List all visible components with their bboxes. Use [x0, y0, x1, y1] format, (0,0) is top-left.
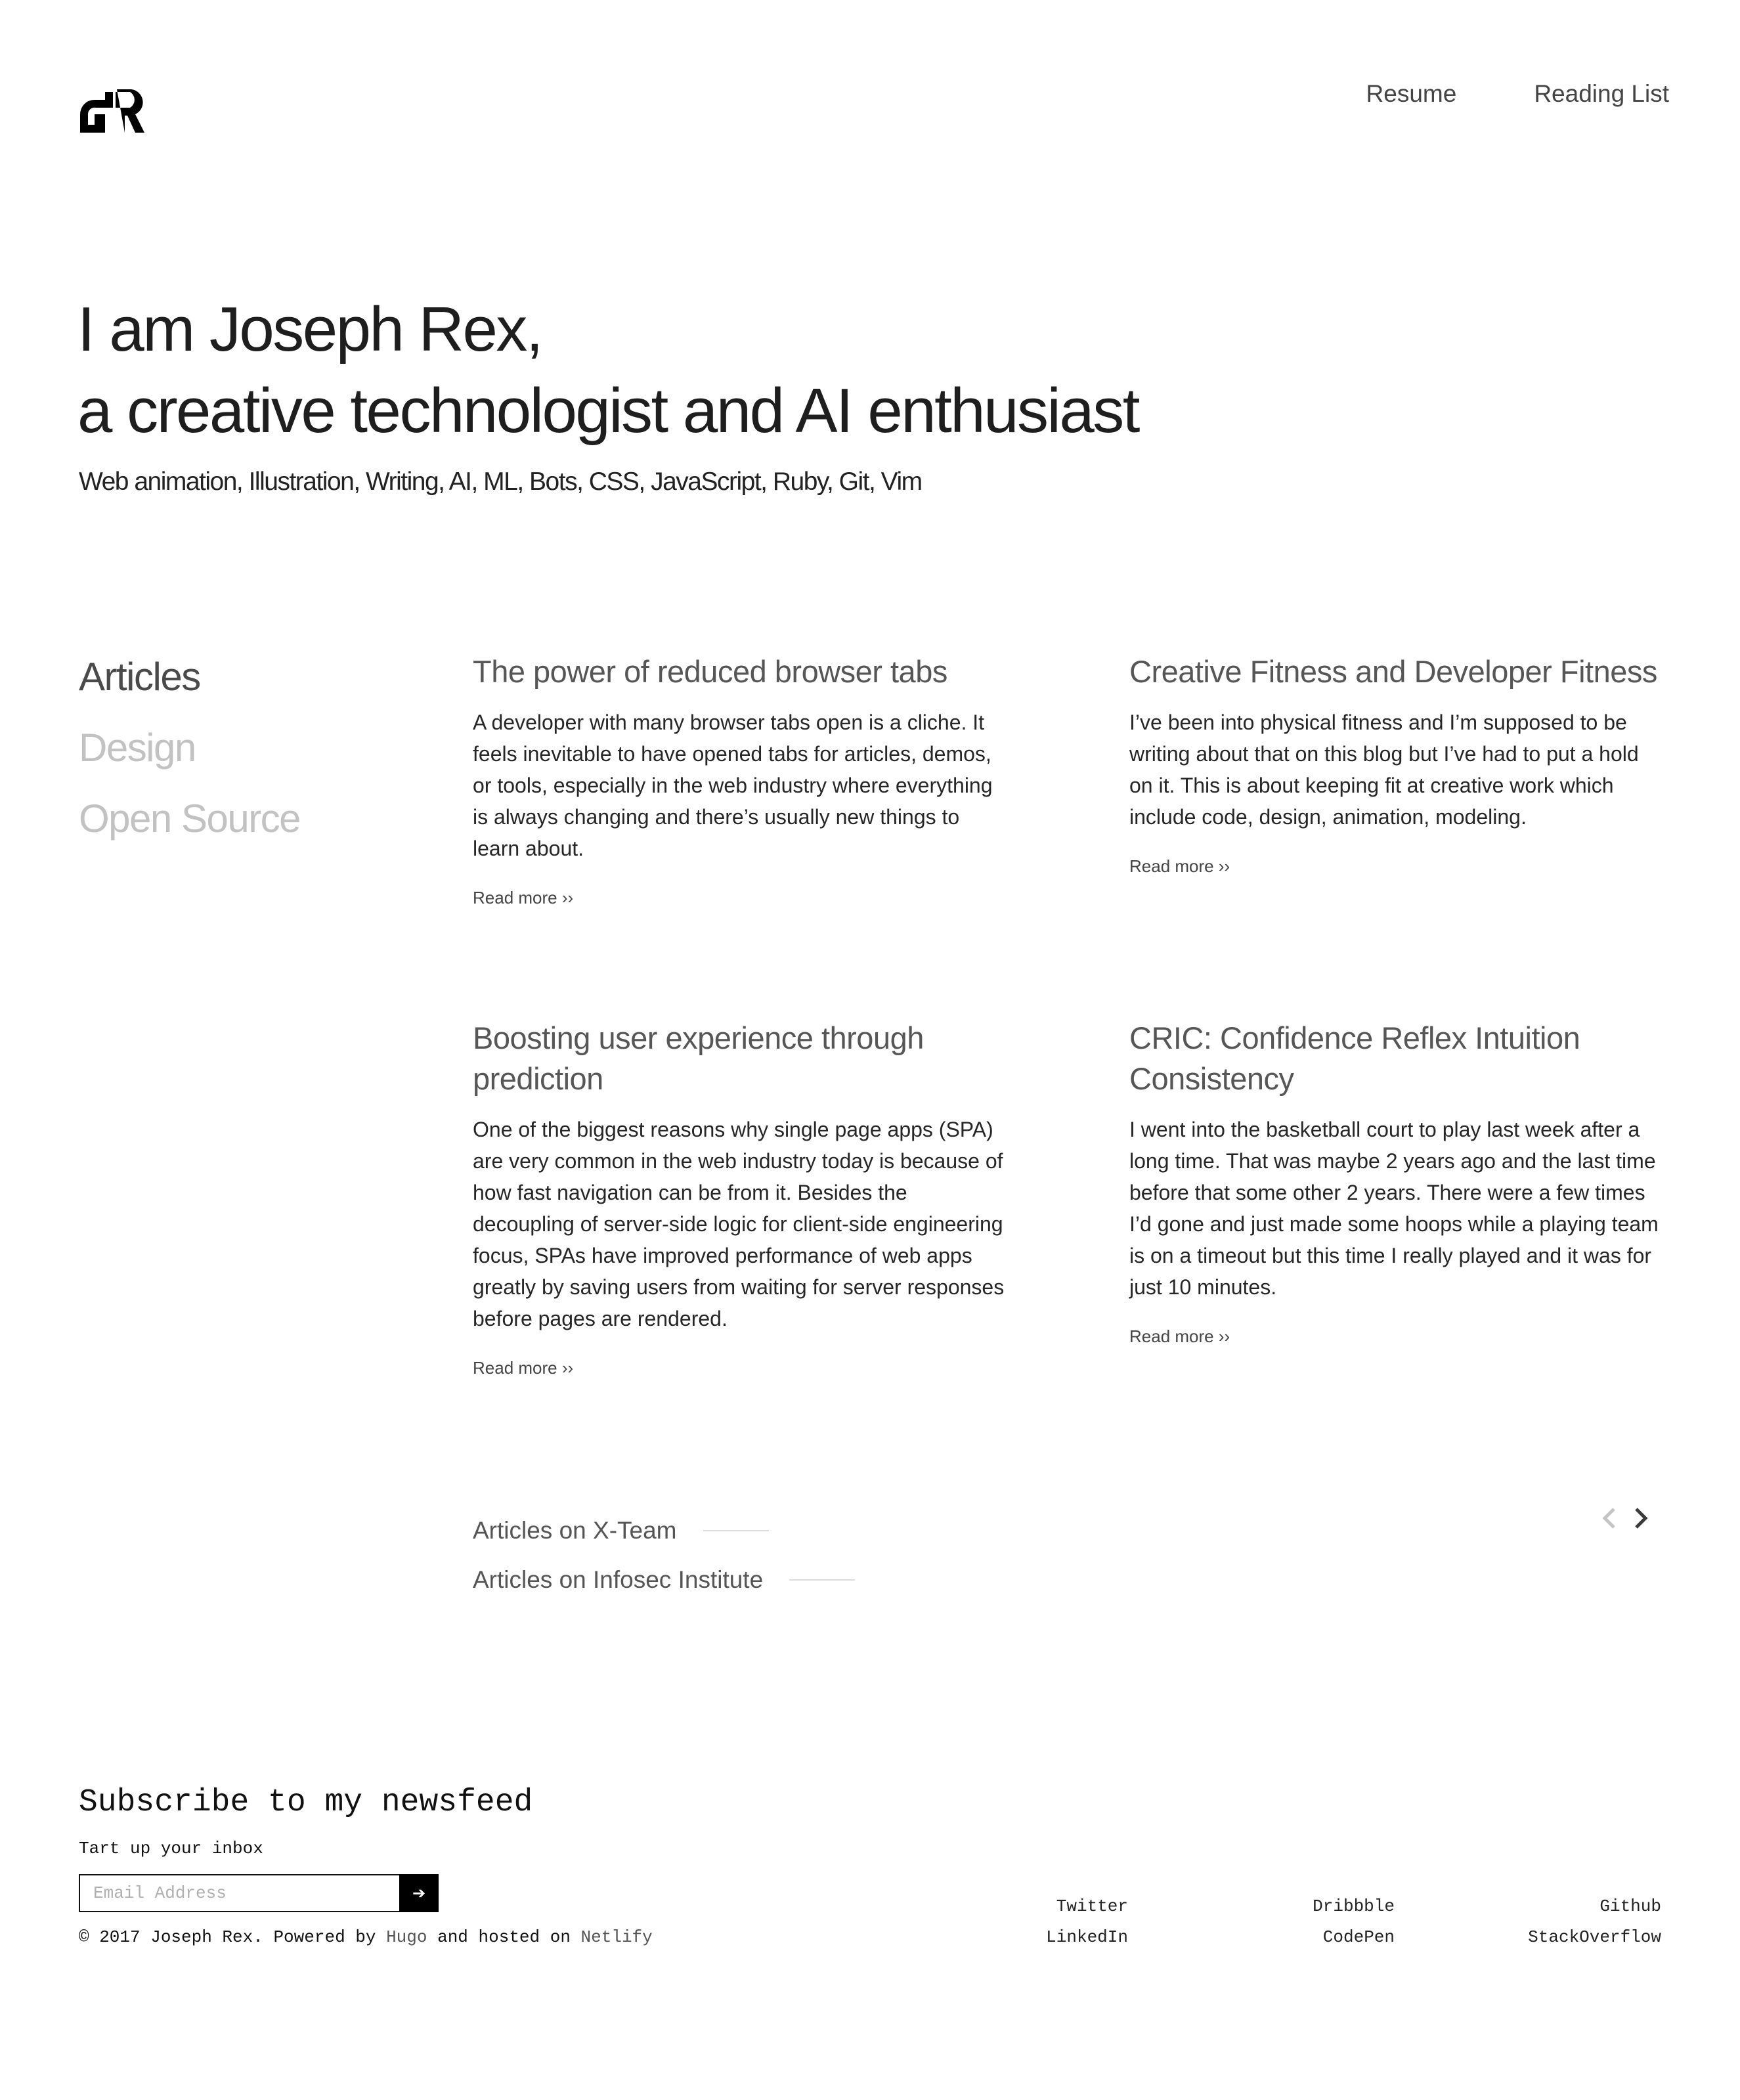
hero-line-1: I am Joseph Rex,: [77, 294, 544, 364]
nav-reading-list[interactable]: Reading List: [1534, 80, 1669, 108]
article-card: Boosting user experience through predict…: [473, 1018, 1005, 1378]
article-title[interactable]: The power of reduced browser tabs: [473, 651, 1005, 692]
article-title[interactable]: CRIC: Confidence Reflex Intuition Consis…: [1129, 1018, 1661, 1099]
article-excerpt: I went into the basketball court to play…: [1129, 1118, 1659, 1299]
chevron-right-icon[interactable]: [1631, 1505, 1651, 1531]
social-twitter[interactable]: Twitter: [931, 1896, 1128, 1916]
hero-title: I am Joseph Rex, a creative technologist…: [77, 289, 1140, 452]
site-logo[interactable]: [79, 88, 144, 134]
infosec-articles-link[interactable]: Articles on Infosec Institute: [473, 1566, 856, 1594]
email-field[interactable]: [79, 1874, 399, 1912]
article-excerpt: I’ve been into physical fitness and I’m …: [1129, 711, 1639, 829]
article-excerpt: One of the biggest reasons why single pa…: [473, 1118, 1005, 1330]
article-card: Creative Fitness and Developer Fitness I…: [1129, 651, 1661, 877]
read-more-link[interactable]: Read more ››: [473, 1358, 1005, 1378]
article-title[interactable]: Boosting user experience through predict…: [473, 1018, 1005, 1099]
article-title[interactable]: Creative Fitness and Developer Fitness: [1129, 651, 1661, 692]
category-open-source[interactable]: Open Source: [79, 796, 301, 867]
copyright-middle: and hosted on: [427, 1927, 581, 1947]
article-card: CRIC: Confidence Reflex Intuition Consis…: [1129, 1018, 1661, 1347]
nav-resume[interactable]: Resume: [1366, 80, 1457, 108]
hugo-link[interactable]: Hugo: [386, 1927, 427, 1947]
social-stackoverflow[interactable]: StackOverflow: [1464, 1927, 1661, 1947]
xteam-articles-label: Articles on X-Team: [473, 1517, 677, 1544]
netlify-link[interactable]: Netlify: [581, 1927, 653, 1947]
hero-line-2: a creative technologist and AI enthusias…: [77, 376, 1140, 446]
hero-tags: Web animation, Illustration, Writing, AI…: [79, 468, 923, 496]
article-pager: [1599, 1505, 1651, 1531]
article-card: The power of reduced browser tabs A deve…: [473, 651, 1005, 908]
social-linkedin[interactable]: LinkedIn: [931, 1927, 1128, 1947]
subscribe-form: ➔: [79, 1874, 439, 1912]
social-codepen[interactable]: CodePen: [1198, 1927, 1395, 1947]
infosec-articles-label: Articles on Infosec Institute: [473, 1566, 764, 1593]
subscribe-button[interactable]: ➔: [399, 1874, 439, 1912]
copyright-prefix: © 2017 Joseph Rex. Powered by: [79, 1927, 387, 1947]
top-nav: Resume Reading List: [1366, 80, 1669, 108]
chevron-left-icon[interactable]: [1599, 1505, 1619, 1531]
category-menu: Articles Design Open Source: [79, 654, 301, 867]
divider-line: [789, 1579, 856, 1581]
social-github[interactable]: Github: [1464, 1896, 1661, 1916]
category-design[interactable]: Design: [79, 725, 300, 796]
social-dribbble[interactable]: Dribbble: [1198, 1896, 1395, 1916]
read-more-link[interactable]: Read more ››: [1129, 856, 1661, 877]
article-excerpt: A developer with many browser tabs open …: [473, 711, 993, 860]
divider-line: [703, 1530, 769, 1531]
category-articles[interactable]: Articles: [79, 654, 300, 725]
subscribe-subtitle: Tart up your inbox: [79, 1839, 263, 1858]
read-more-link[interactable]: Read more ››: [473, 888, 1005, 908]
xteam-articles-link[interactable]: Articles on X-Team: [473, 1517, 769, 1544]
copyright: © 2017 Joseph Rex. Powered by Hugo and h…: [79, 1927, 653, 1947]
read-more-link[interactable]: Read more ››: [1129, 1326, 1661, 1347]
subscribe-title: Subscribe to my newsfeed: [79, 1785, 533, 1820]
